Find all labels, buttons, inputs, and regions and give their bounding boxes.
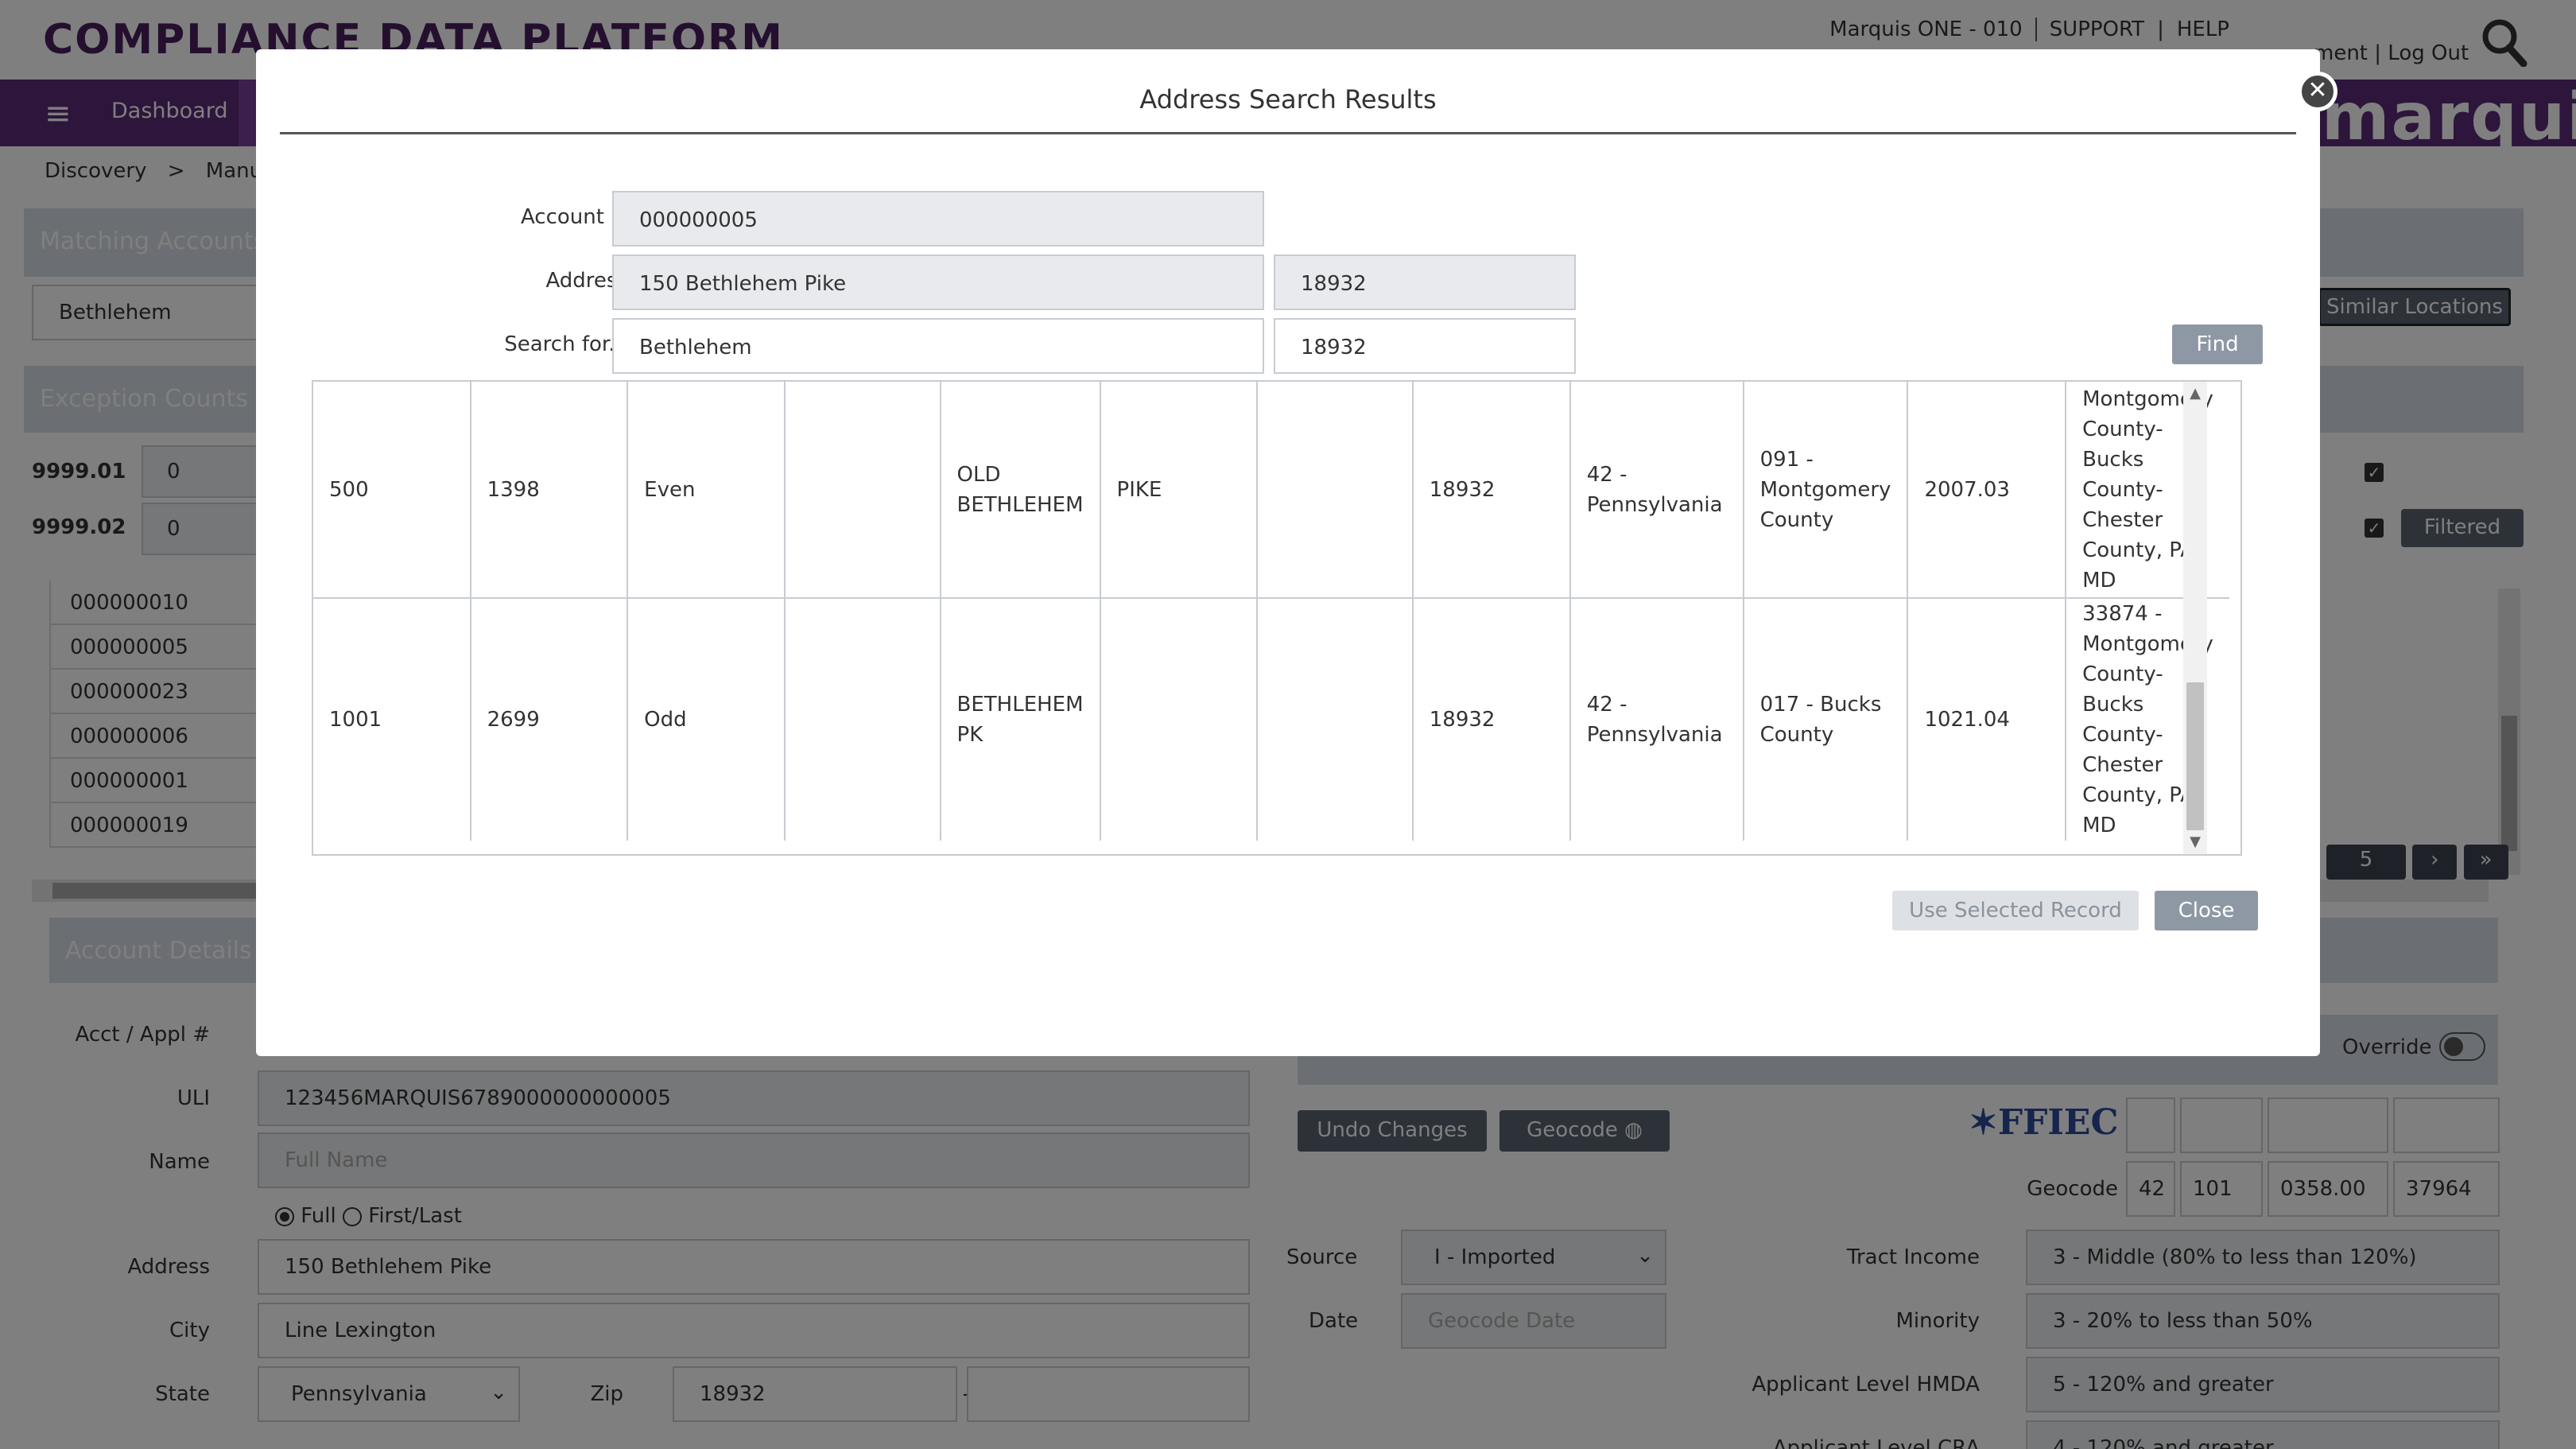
cell-county: 017 - Bucks County (1743, 598, 1909, 841)
cell-direction (1256, 598, 1414, 841)
search-label: Search for... (504, 332, 628, 356)
address-label: Address (545, 269, 628, 293)
cell-tract: 1021.04 (1907, 598, 2067, 841)
cell-tract: 2007.03 (1907, 382, 2067, 599)
cell-prefix (784, 598, 941, 841)
close-icon[interactable]: ✕ (2298, 72, 2337, 111)
scroll-up-icon[interactable]: ▲ (2183, 382, 2207, 406)
scroll-down-icon[interactable]: ▼ (2183, 830, 2207, 854)
cell-state: 42 - Pennsylvania (1569, 382, 1744, 599)
use-selected-record-button[interactable]: Use Selected Record (1892, 891, 2139, 930)
cell-street: OLD BETHLEHEM (940, 382, 1101, 599)
cell-high: 2699 (470, 598, 629, 841)
cell-suffix: PIKE (1100, 382, 1258, 599)
cell-street: BETHLEHEM PK (940, 598, 1101, 841)
results-table: 500 1398 Even OLD BETHLEHEM PIKE 18932 4… (313, 382, 2229, 841)
table-row[interactable]: 1001 2699 Odd BETHLEHEM PK 18932 42 - Pe… (313, 598, 2229, 841)
address-field: 150 Bethlehem Pike (612, 254, 1264, 310)
cell-high: 1398 (470, 382, 629, 599)
scrollbar-thumb[interactable] (2186, 682, 2204, 830)
cell-suffix (1100, 598, 1258, 841)
results-table-container: 500 1398 Even OLD BETHLEHEM PIKE 18932 4… (312, 380, 2242, 856)
search-zip-input[interactable]: 18932 (1274, 318, 1576, 374)
cell-low: 1001 (313, 598, 471, 841)
account-label: Account # (520, 205, 628, 229)
address-zip-field: 18932 (1274, 254, 1576, 310)
cell-zip: 18932 (1412, 598, 1571, 841)
close-button[interactable]: Close (2155, 891, 2258, 930)
account-field: 000000005 (612, 191, 1264, 247)
cell-prefix (784, 382, 941, 599)
cell-county: 091 - Montgomery County (1743, 382, 1909, 599)
cell-state: 42 - Pennsylvania (1569, 598, 1744, 841)
search-input[interactable]: Bethlehem (612, 318, 1264, 374)
cell-zip: 18932 (1412, 382, 1571, 599)
cell-direction (1256, 382, 1414, 599)
modal-title: Address Search Results (1139, 84, 1437, 115)
cell-parity: Even (627, 382, 786, 599)
address-search-modal: Address Search Results Account # 0000000… (256, 49, 2320, 1056)
cell-low: 500 (313, 382, 471, 599)
cell-parity: Odd (627, 598, 786, 841)
table-row[interactable]: 500 1398 Even OLD BETHLEHEM PIKE 18932 4… (313, 382, 2229, 599)
results-scrollbar[interactable]: ▲ ▼ (2183, 382, 2207, 854)
find-button[interactable]: Find (2172, 324, 2263, 364)
modal-divider (280, 132, 2296, 134)
